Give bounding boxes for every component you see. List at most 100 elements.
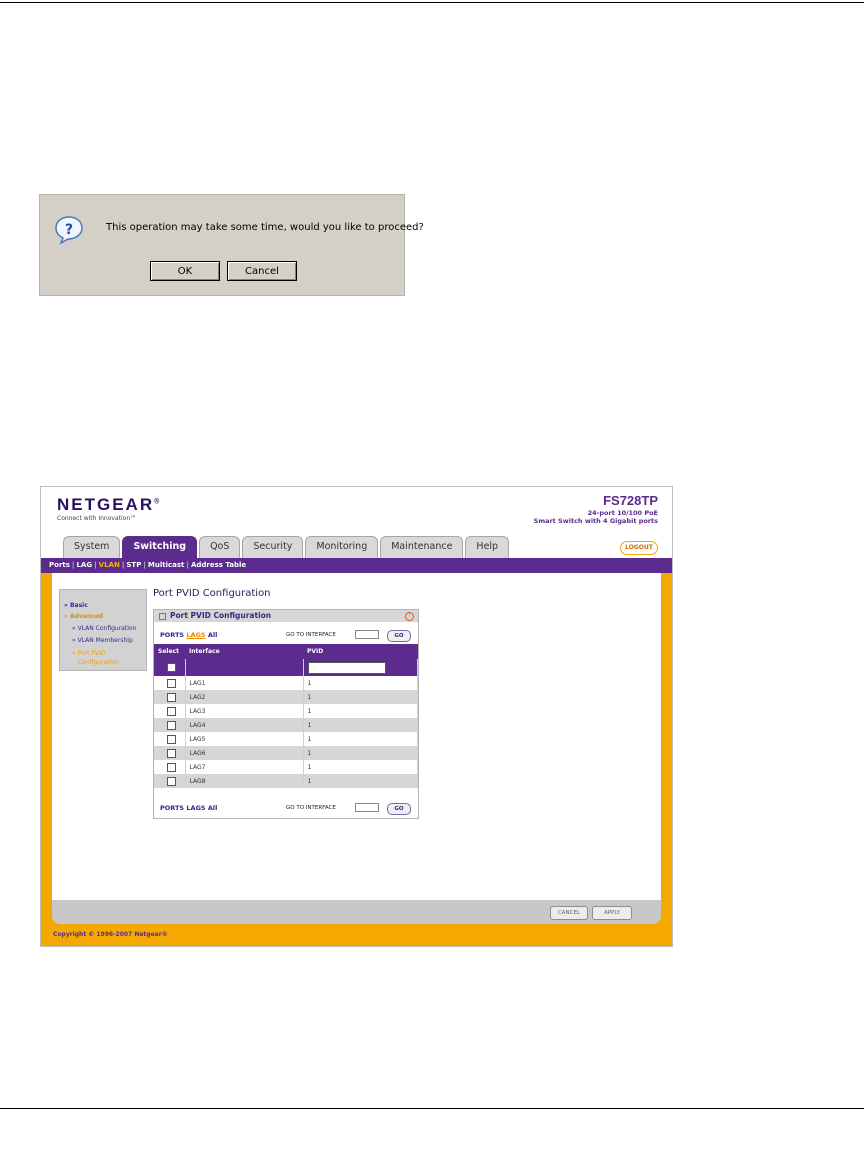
table-row: LAG4 1 — [154, 718, 418, 732]
row-checkbox[interactable] — [167, 706, 176, 716]
select-all-checkbox[interactable] — [167, 663, 176, 672]
tab-qos[interactable]: QoS — [199, 536, 241, 558]
col-pvid: PVID — [303, 644, 418, 659]
cancel-action-button[interactable]: CANCEL — [550, 906, 588, 920]
subnav-lag[interactable]: LAG — [76, 561, 92, 569]
edit-row — [154, 659, 418, 676]
row-checkbox[interactable] — [167, 678, 176, 688]
tab-monitoring[interactable]: Monitoring — [305, 536, 379, 558]
confirm-dialog: ? This operation may take some time, wou… — [39, 194, 424, 296]
tab-system[interactable]: System — [63, 536, 121, 558]
table-row: LAG8 1 — [154, 774, 418, 788]
menu-port-pvid-configuration-2[interactable]: Configuration — [78, 659, 119, 666]
goto-interface-input-bottom[interactable] — [355, 803, 379, 812]
menu-basic[interactable]: » Basic — [64, 602, 88, 609]
col-interface: Interface — [185, 644, 303, 659]
tab-help[interactable]: Help — [465, 536, 510, 558]
filter-all-bottom[interactable]: All — [208, 804, 218, 812]
subnav-multicast[interactable]: Multicast — [148, 561, 184, 569]
pvid-table: Select Interface PVID LAG1 1 LAG2 1 LAG3 1 … — [154, 644, 418, 788]
table-row: LAG5 1 — [154, 732, 418, 746]
menu-port-pvid-configuration[interactable]: » Port PVID — [72, 650, 106, 657]
collapse-icon[interactable] — [159, 612, 166, 620]
table-row: LAG7 1 — [154, 760, 418, 774]
netgear-window: NETGEAR® Connect with Innovation™ FS728T… — [40, 486, 673, 947]
interface-cell: LAG4 — [185, 718, 304, 732]
tab-security[interactable]: Security — [242, 536, 304, 558]
main-tabs: System Switching QoS Security Monitoring… — [63, 536, 510, 558]
cancel-button[interactable]: Cancel — [227, 261, 297, 281]
content-area: » Basic » Advanced » VLAN Configuration … — [52, 573, 661, 912]
help-icon[interactable]: ! — [405, 612, 414, 621]
filter-ports[interactable]: PORTS — [160, 631, 184, 639]
interface-filter-bottom: PORTS LAGS All — [160, 804, 217, 812]
goto-label-bottom: GO TO INTERFACE — [286, 805, 336, 811]
table-row: LAG1 1 — [154, 676, 418, 690]
panel-header: Port PVID Configuration — [154, 610, 418, 622]
pvid-cell: 1 — [303, 676, 418, 690]
apply-button[interactable]: APPLY — [592, 906, 632, 920]
page-title: Port PVID Configuration — [153, 588, 271, 599]
row-checkbox[interactable] — [167, 762, 176, 772]
interface-cell: LAG1 — [185, 676, 304, 690]
filter-all[interactable]: All — [208, 631, 218, 639]
pvid-panel: Port PVID Configuration ! PORTS LAGS All… — [153, 609, 419, 819]
table-row: LAG3 1 — [154, 704, 418, 718]
interface-cell: LAG5 — [185, 732, 304, 746]
interface-cell: LAG7 — [185, 760, 304, 774]
filter-lags[interactable]: LAGS — [186, 631, 205, 639]
pvid-cell: 1 — [303, 732, 418, 746]
go-button-top[interactable]: GO — [387, 630, 411, 642]
go-button-bottom[interactable]: GO — [387, 803, 411, 815]
interface-cell: LAG3 — [185, 704, 304, 718]
interface-cell: LAG2 — [185, 690, 304, 704]
row-checkbox[interactable] — [167, 692, 176, 702]
pvid-cell: 1 — [303, 760, 418, 774]
pvid-cell: 1 — [303, 690, 418, 704]
copyright: Copyright © 1996-2007 Netgear® — [53, 931, 168, 938]
filter-lags-bottom[interactable]: LAGS — [186, 804, 205, 812]
top-rule — [0, 2, 864, 3]
pvid-cell: 1 — [303, 718, 418, 732]
table-row: LAG6 1 — [154, 746, 418, 760]
row-checkbox[interactable] — [167, 720, 176, 730]
row-checkbox[interactable] — [167, 776, 176, 786]
menu-vlan-membership[interactable]: » VLAN Membership — [72, 637, 133, 644]
row-checkbox[interactable] — [167, 748, 176, 758]
table-row: LAG2 1 — [154, 690, 418, 704]
menu-advanced[interactable]: » Advanced — [64, 613, 103, 620]
tab-maintenance[interactable]: Maintenance — [380, 536, 464, 558]
row-checkbox[interactable] — [167, 734, 176, 744]
tab-switching[interactable]: Switching — [122, 536, 198, 558]
model-description: 24-port 10/100 PoE Smart Switch with 4 G… — [533, 509, 658, 525]
header: NETGEAR® Connect with Innovation™ FS728T… — [41, 487, 672, 558]
interface-cell: LAG6 — [185, 746, 304, 760]
goto-interface-input-top[interactable] — [355, 630, 379, 639]
pvid-input[interactable] — [307, 661, 386, 674]
menu-vlan-configuration[interactable]: » VLAN Configuration — [72, 625, 136, 632]
model-name: FS728TP — [603, 493, 658, 508]
col-select: Select — [154, 644, 185, 659]
pvid-cell: 1 — [303, 704, 418, 718]
subnav-address-table[interactable]: Address Table — [191, 561, 246, 569]
logout-button[interactable]: LOGOUT — [620, 541, 658, 555]
bottom-rule — [0, 1108, 864, 1109]
side-menu: » Basic » Advanced » VLAN Configuration … — [59, 589, 147, 671]
tagline: Connect with Innovation™ — [57, 515, 137, 522]
subnav-vlan[interactable]: VLAN — [99, 561, 120, 569]
ok-button[interactable]: OK — [150, 261, 220, 281]
goto-label-top: GO TO INTERFACE — [286, 632, 336, 638]
action-bar: CANCEL APPLY — [52, 900, 661, 924]
svg-text:?: ? — [65, 222, 73, 238]
interface-filter-top: PORTS LAGS All — [160, 631, 217, 639]
question-icon: ? — [55, 216, 83, 245]
filter-ports-bottom[interactable]: PORTS — [160, 804, 184, 812]
pvid-cell: 1 — [303, 774, 418, 788]
dialog-message: This operation may take some time, would… — [106, 222, 424, 233]
interface-cell: LAG8 — [185, 774, 304, 788]
subnav-stp[interactable]: STP — [126, 561, 141, 569]
netgear-logo: NETGEAR® — [57, 495, 162, 514]
subnav-ports[interactable]: Ports — [49, 561, 70, 569]
pvid-cell: 1 — [303, 746, 418, 760]
sub-navigation: Ports | LAG | VLAN | STP | Multicast | Address Tab… — [41, 558, 672, 573]
